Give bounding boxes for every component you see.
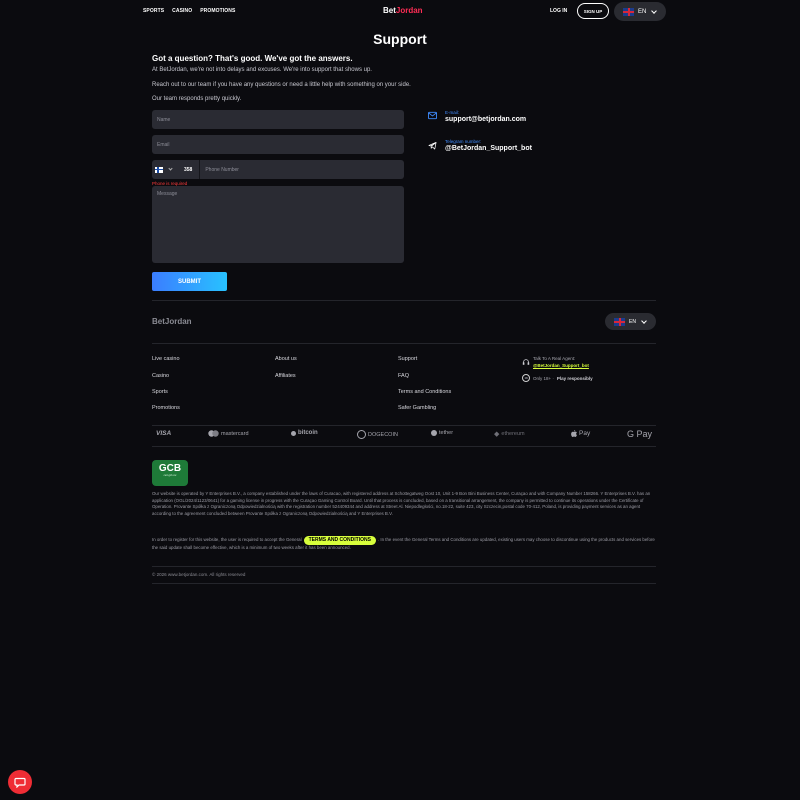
footer-link-promotions[interactable]: Promotions [152,405,180,411]
footer-link-safer-gambling[interactable]: Safer Gambling [398,405,436,411]
dogecoin-icon: DOGECOIN [357,430,398,439]
page-title: Support [373,31,427,47]
google-pay-icon: G Pay [627,429,653,439]
tether-symbol [431,430,437,436]
footer-language-selector[interactable]: EN [605,313,656,330]
payments-divider-bottom [152,446,656,447]
footer-link-affiliates[interactable]: Affiliates [275,373,296,379]
email-label: E-mail: [445,110,460,115]
dogecoin-symbol [357,430,366,439]
message-textarea[interactable]: Message [152,186,404,263]
headset-icon [522,359,530,365]
nav-promotions[interactable]: PROMOTIONS [200,8,235,14]
mastercard-circles [208,430,219,437]
terms-notice-a: In order to register for this website, t… [152,537,302,542]
terms-and-conditions-button[interactable]: TERMS AND CONDITIONS [303,536,376,545]
tether-icon: tether [431,430,453,436]
name-input[interactable]: Name [152,110,404,129]
chevron-down-icon [651,7,658,14]
chevron-down-icon [641,317,647,324]
visa-icon: VISA [156,430,172,437]
email-value[interactable]: support@betjordan.com [445,116,526,123]
footer-link-casino[interactable]: Casino [152,373,169,379]
main-nav: SPORTS CASINO PROMOTIONS [143,8,235,14]
support-intro-1: At BetJordan, we're not into delays and … [152,67,372,73]
support-intro-3: Our team responds pretty quickly. [152,96,242,102]
language-label: EN [638,8,647,15]
apple-pay-label: Pay [579,430,591,437]
footer-logo[interactable]: BetJordan [152,317,192,326]
nav-sports[interactable]: SPORTS [143,8,164,14]
copyright-divider-bottom [152,583,656,584]
ethereum-label: ethereum [501,431,525,437]
copyright: © 2026 www.betjordan.com. All rights res… [152,572,246,577]
footer-link-terms[interactable]: Terms and Conditions [398,389,451,395]
footer-link-about-us[interactable]: About us [275,356,297,362]
dogecoin-label: DOGECOIN [368,431,398,438]
telegram-label: Telegram number: [445,139,482,144]
footer-divider-top [152,300,656,301]
nav-casino[interactable]: CASINO [172,8,192,14]
language-selector[interactable]: EN [614,2,666,21]
bitcoin-icon: bitcoin [291,430,318,436]
gcb-subtitle: cert.gcb.cw [163,474,177,477]
age-notice: 18 Only 18+ · Play responsibly [522,374,593,382]
country-chevron-icon[interactable] [168,166,173,171]
payments-divider-top [152,425,656,426]
phone-input[interactable]: Phone Number [205,167,239,173]
uk-flag-icon [623,7,634,16]
logo-text-main: Bet [383,6,396,15]
play-responsibly-link[interactable]: Play responsibly [557,376,593,381]
footer-link-sports[interactable]: Sports [152,389,168,395]
agent-telegram-link[interactable]: @BetJordan_Support_bot [533,363,589,368]
legal-text: Our website is operated by Y Enterprises… [152,491,651,516]
footer-link-faq[interactable]: FAQ [398,373,409,379]
country-code: 358 [184,166,193,173]
mastercard-icon: mastercard [208,430,249,437]
bitcoin-label: bitcoin [298,430,318,436]
gcb-title: GCB [158,463,182,474]
email-input[interactable]: Email [152,135,404,154]
mail-icon [428,111,437,120]
telegram-icon [428,141,437,150]
age-text: Only 18+ · [533,375,554,381]
brand-logo[interactable]: BetJordan [383,6,423,15]
terms-notice: In order to register for this website, t… [152,536,656,551]
apple-pay-icon: Pay [571,430,590,437]
mastercard-label: mastercard [221,430,249,437]
top-header: SPORTS CASINO PROMOTIONS BetJordan LOG I… [0,0,800,24]
chat-bubble-icon [14,777,26,788]
copyright-divider-top [152,566,656,567]
submit-button[interactable]: SUBMIT [152,272,227,291]
tether-label: tether [439,430,454,436]
logo-text-accent: Jordan [395,6,423,15]
apple-symbol [571,430,577,437]
chat-button[interactable] [8,770,32,794]
signup-button[interactable]: SIGN UP [577,3,609,19]
footer-divider [152,343,656,344]
agent-contact: Talk To A Real Agent: @BetJordan_Support… [522,356,589,368]
finland-flag-icon[interactable] [155,166,163,173]
footer-link-live-casino[interactable]: Live casino [152,356,180,362]
phone-field: 358 Phone Number [152,160,404,179]
bitcoin-symbol [291,430,296,436]
phone-divider [199,160,201,179]
login-button[interactable]: LOG IN [550,8,567,14]
support-headline: Got a question? That's good. We've got t… [152,54,353,63]
ethereum-icon: ◆ ethereum [494,430,525,438]
telegram-value[interactable]: @BetJordan_Support_bot [445,145,532,152]
ethereum-symbol: ◆ [494,431,500,438]
footer-link-support[interactable]: Support [398,356,417,362]
gcb-license-seal[interactable]: GCB cert.gcb.cw [152,460,188,486]
agent-label: Talk To A Real Agent: [533,356,576,361]
footer-language-label: EN [629,318,636,325]
support-intro-2: Reach out to our team if you have any qu… [152,82,411,88]
uk-flag-icon [614,317,625,326]
age-18-icon: 18 [522,374,530,382]
